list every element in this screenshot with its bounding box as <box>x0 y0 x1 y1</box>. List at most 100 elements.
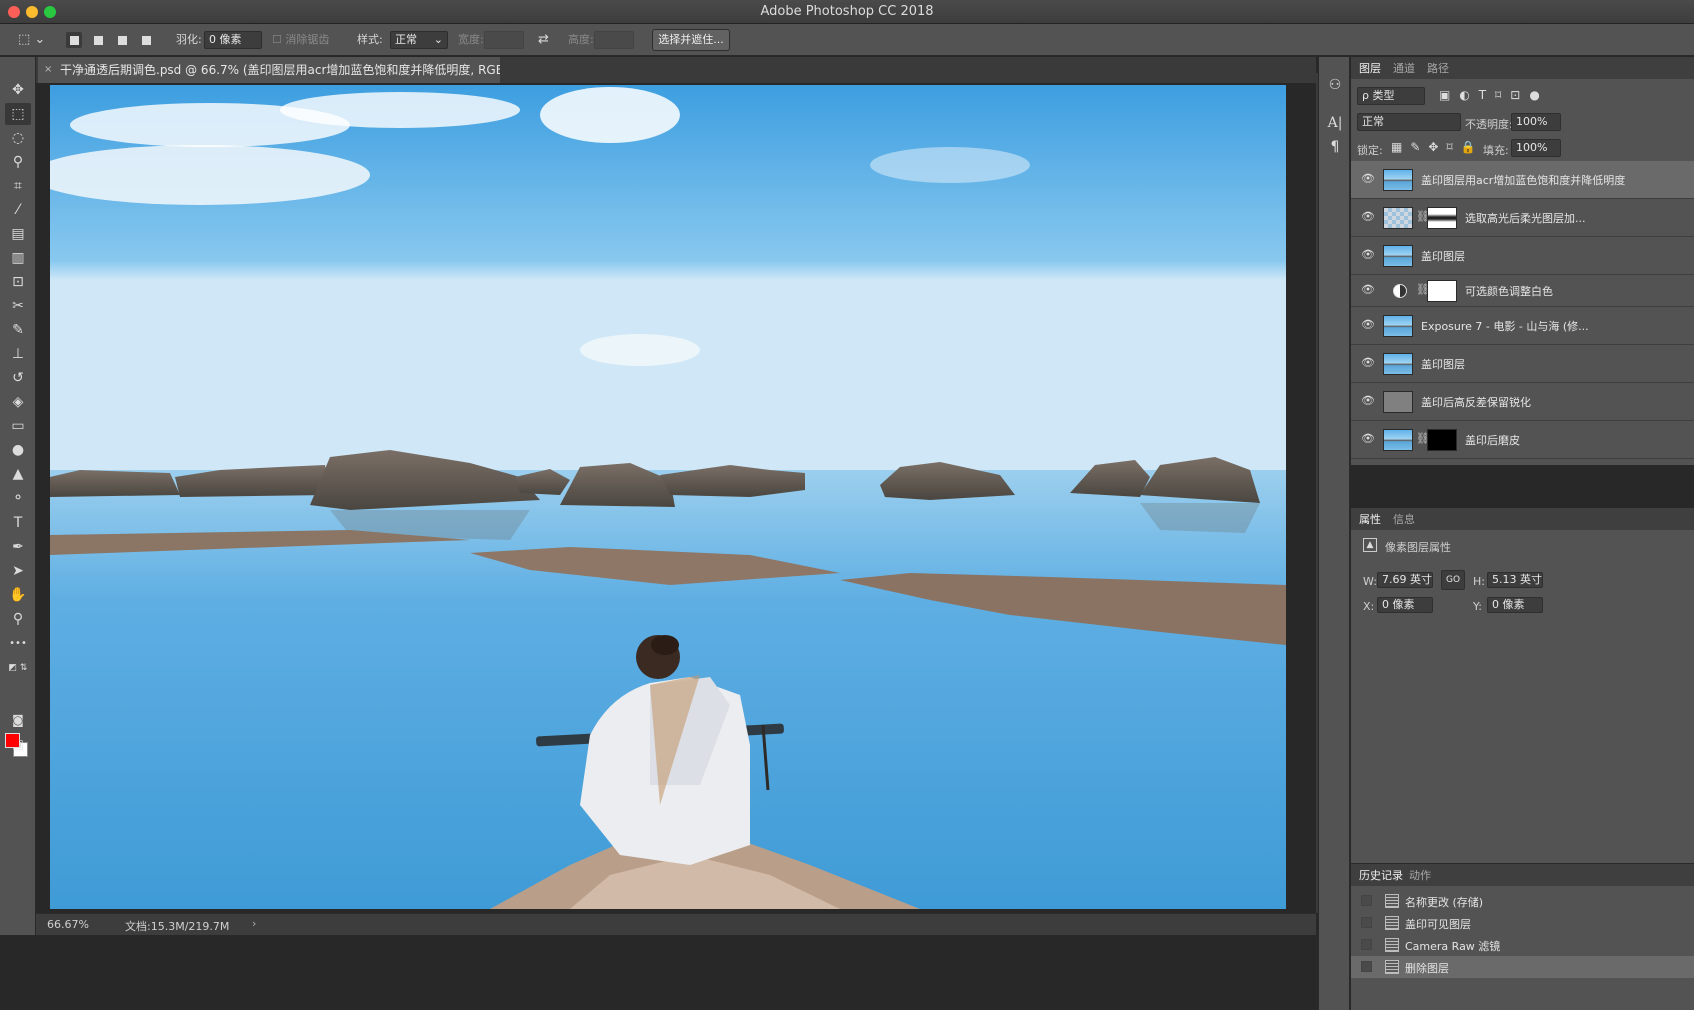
tab-info[interactable]: 信息 <box>1393 511 1415 527</box>
swap-icon[interactable]: ⇄ <box>538 24 549 56</box>
history-source-checkbox[interactable] <box>1361 917 1372 928</box>
crop-tool-icon[interactable]: ⌗ <box>5 175 31 197</box>
height-label: 高度: <box>568 33 594 46</box>
blend-mode-select[interactable]: 正常 <box>1357 113 1461 131</box>
lasso-tool-icon[interactable]: ◌ <box>5 127 31 149</box>
layer-row[interactable]: 👁 Exposure 7 - 电影 - 山与海 (修... <box>1351 307 1694 345</box>
layer-row[interactable]: 👁 ⛓ 盖印后磨皮 <box>1351 421 1694 459</box>
width-field[interactable]: 7.69 英寸 <box>1377 572 1433 588</box>
sharpen-tool-icon[interactable]: ▲ <box>5 463 31 485</box>
layer-row[interactable]: 👁 盖印后高反差保留锐化 <box>1351 383 1694 421</box>
content-aware-tool-icon[interactable]: ⊡ <box>5 271 31 293</box>
layer-row[interactable]: 👁 ⛓ 选取高光后柔光图层加... <box>1351 199 1694 237</box>
magic-wand-tool-icon[interactable]: ⚲ <box>5 151 31 173</box>
link-dimensions-button[interactable]: GO <box>1441 570 1465 590</box>
tab-channels[interactable]: 通道 <box>1393 60 1415 76</box>
visibility-eye-icon[interactable]: 👁 <box>1361 248 1375 261</box>
pen-tool-icon[interactable]: ✒ <box>5 536 31 558</box>
y-field[interactable]: 0 像素 <box>1487 597 1543 613</box>
layer-thumbnail <box>1383 391 1413 413</box>
default-colors-icon[interactable]: ◩ ⇅ <box>5 657 31 679</box>
brush-tool-icon[interactable]: ✎ <box>5 319 31 341</box>
width-input[interactable] <box>484 31 524 49</box>
tab-layers[interactable]: 图层 <box>1359 60 1381 76</box>
eraser-tool-icon[interactable]: ◈ <box>5 391 31 413</box>
options-bar: ⬚ ⌄ 羽化: 0 像素 ☐ 消除锯齿 样式: 正常 ⌄ 宽度: ⇄ 高度: 选择… <box>0 24 1694 56</box>
scissors-tool-icon[interactable]: ✂ <box>5 295 31 317</box>
history-item[interactable]: 盖印可见图层 <box>1351 912 1694 934</box>
new-selection-icon[interactable] <box>66 32 82 48</box>
feather-input[interactable]: 0 像素 <box>204 31 262 49</box>
layer-row[interactable]: 👁 盖印图层 <box>1351 345 1694 383</box>
add-selection-icon[interactable] <box>90 32 106 48</box>
visibility-eye-icon[interactable]: 👁 <box>1361 210 1375 223</box>
layer-row[interactable]: 👁 盖印图层用acr增加蓝色饱和度并降低明度 <box>1351 161 1694 199</box>
visibility-eye-icon[interactable]: 👁 <box>1361 432 1375 445</box>
visibility-eye-icon[interactable]: 👁 <box>1361 283 1375 296</box>
status-menu-arrow[interactable]: › <box>252 917 256 930</box>
select-and-mask-button[interactable]: 选择并遮住... <box>652 29 730 51</box>
path-select-tool-icon[interactable]: ➤ <box>5 560 31 582</box>
layer-filter-select[interactable]: ρ 类型 <box>1357 87 1425 105</box>
history-source-checkbox[interactable] <box>1361 961 1372 972</box>
quick-mask-icon[interactable]: ◙ <box>5 709 31 731</box>
layer-mask-thumbnail[interactable] <box>1427 280 1457 302</box>
document-tab[interactable]: × 干净通透后期调色.psd @ 66.7% (盖印图层用acr增加蓝色饱和度并… <box>38 57 500 83</box>
marquee-tool-icon[interactable]: ⬚ <box>5 103 31 125</box>
visibility-eye-icon[interactable]: 👁 <box>1361 318 1375 331</box>
height-field[interactable]: 5.13 英寸 <box>1487 572 1543 588</box>
canvas-area[interactable] <box>36 83 1316 913</box>
visibility-eye-icon[interactable]: 👁 <box>1361 172 1375 185</box>
more-tools-icon[interactable]: ••• <box>5 633 31 655</box>
hand-tool-icon[interactable]: ✋ <box>5 584 31 606</box>
dodge-tool-icon[interactable]: ⚬ <box>5 487 31 509</box>
properties-panel-tabs: 属性 信息 <box>1351 508 1694 530</box>
eyedropper-tool-icon[interactable]: ⁄ <box>5 199 31 221</box>
stamp-tool-icon[interactable]: ⊥ <box>5 343 31 365</box>
healing-brush-tool-icon[interactable]: ▤ <box>5 223 31 245</box>
tab-history[interactable]: 历史记录 <box>1359 867 1403 883</box>
gradient-tool-icon[interactable]: ▭ <box>5 415 31 437</box>
layer-filter-icons[interactable]: ▣◐T⌑⊡● <box>1439 88 1549 102</box>
tab-actions[interactable]: 动作 <box>1409 867 1431 883</box>
x-field[interactable]: 0 像素 <box>1377 597 1433 613</box>
lock-icons[interactable]: ▦✎✥⌑🔒 <box>1391 140 1484 154</box>
character-icon[interactable]: A| <box>1325 113 1345 133</box>
history-item-label: Camera Raw 滤镜 <box>1405 940 1501 953</box>
blur-tool-icon[interactable]: ● <box>5 439 31 461</box>
layer-row[interactable]: 👁 ⛓ 可选颜色调整白色 <box>1351 275 1694 307</box>
foreground-color-swatch[interactable] <box>5 733 20 748</box>
layer-thumbnail <box>1383 169 1413 191</box>
tab-paths[interactable]: 路径 <box>1427 60 1449 76</box>
antialias-checkbox[interactable]: ☐ 消除锯齿 <box>272 24 329 56</box>
visibility-eye-icon[interactable]: 👁 <box>1361 394 1375 407</box>
style-select[interactable]: 正常 ⌄ <box>390 31 448 49</box>
height-input[interactable] <box>594 31 634 49</box>
intersect-selection-icon[interactable] <box>138 32 154 48</box>
layer-row[interactable]: 👁 盖印图层 <box>1351 237 1694 275</box>
zoom-tool-icon[interactable]: ⚲ <box>5 608 31 630</box>
libraries-icon[interactable]: ⚇ <box>1325 75 1345 95</box>
history-source-checkbox[interactable] <box>1361 939 1372 950</box>
document-canvas[interactable] <box>50 85 1286 909</box>
history-brush-tool-icon[interactable]: ↺ <box>5 367 31 389</box>
history-item[interactable]: Camera Raw 滤镜 <box>1351 934 1694 956</box>
move-tool-icon[interactable]: ✥ <box>5 79 31 101</box>
fill-input[interactable]: 100% <box>1511 139 1561 157</box>
close-tab-icon[interactable]: × <box>44 57 52 83</box>
history-item[interactable]: 删除图层 <box>1351 956 1694 978</box>
bandage-tool-icon[interactable]: ▥ <box>5 247 31 269</box>
visibility-eye-icon[interactable]: 👁 <box>1361 356 1375 369</box>
tab-properties[interactable]: 属性 <box>1359 511 1381 527</box>
layer-mask-thumbnail[interactable] <box>1427 429 1457 451</box>
subtract-selection-icon[interactable] <box>114 32 130 48</box>
marquee-preset-icon[interactable]: ⬚ ⌄ <box>18 24 45 56</box>
type-tool-icon[interactable]: T <box>5 512 31 534</box>
layer-mask-thumbnail[interactable] <box>1427 207 1457 229</box>
history-source-checkbox[interactable] <box>1361 895 1372 906</box>
zoom-level[interactable]: 66.67% <box>47 918 89 931</box>
opacity-input[interactable]: 100% <box>1511 113 1561 131</box>
document-tab-title: 干净通透后期调色.psd @ 66.7% (盖印图层用acr增加蓝色饱和度并降低… <box>60 63 500 77</box>
paragraph-icon[interactable]: ¶ <box>1325 137 1345 157</box>
history-item[interactable]: 名称更改 (存储) <box>1351 890 1694 912</box>
